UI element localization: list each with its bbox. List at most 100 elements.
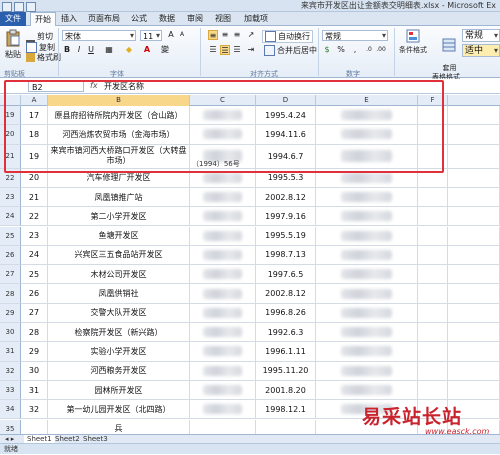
orientation-icon[interactable]: ↗	[246, 30, 256, 40]
cell-zone-name[interactable]: 交警大队开发区	[48, 303, 190, 323]
cell-empty[interactable]	[418, 245, 448, 266]
cell-empty[interactable]	[448, 187, 500, 208]
tab-addins[interactable]: 加载项	[240, 12, 272, 26]
cell-index[interactable]: 21	[21, 187, 48, 208]
cell-date[interactable]: 1998.12.1	[256, 400, 316, 420]
cell-empty[interactable]	[448, 144, 500, 169]
decrease-decimal-icon[interactable]: .00	[376, 45, 386, 55]
cell-blurred-doc[interactable]	[190, 187, 256, 208]
font-name-select[interactable]: 宋体	[62, 30, 136, 41]
cell-blurred-amount[interactable]	[316, 342, 418, 362]
cell-blurred-amount[interactable]	[316, 226, 418, 246]
cell-date[interactable]: 1996.8.26	[256, 303, 316, 323]
cell-blurred-doc[interactable]	[190, 400, 256, 420]
font-size-select[interactable]: 11	[140, 30, 162, 41]
cell-zone-name[interactable]: 兴宾区三五食品站开发区	[48, 245, 190, 266]
cell-blurred-amount[interactable]	[316, 187, 418, 208]
cell-blurred-doc[interactable]	[190, 342, 256, 362]
undo-icon[interactable]	[26, 2, 36, 12]
cell-zone-name[interactable]: 凤凰镇推广站	[48, 187, 190, 208]
tab-review[interactable]: 审阅	[184, 12, 206, 26]
cell-blurred-doc[interactable]	[190, 361, 256, 381]
cell-empty[interactable]	[448, 125, 500, 145]
cell-empty[interactable]	[448, 284, 500, 304]
row-header[interactable]: 33	[0, 380, 21, 401]
cell-index[interactable]: 23	[21, 226, 48, 246]
cell-blurred-doc[interactable]	[190, 380, 256, 401]
underline-button[interactable]: U	[86, 45, 96, 55]
tab-page-layout[interactable]: 页面布局	[84, 12, 124, 26]
cell-zone-name[interactable]: 检察院开发区（新兴路）	[48, 323, 190, 343]
cell-blurred-doc[interactable]	[190, 303, 256, 323]
row-header[interactable]: 27	[0, 265, 21, 285]
shrink-font-icon[interactable]: A	[177, 30, 187, 40]
cell-zone-name[interactable]: 木材公司开发区	[48, 265, 190, 285]
cell-date[interactable]: 1996.1.11	[256, 342, 316, 362]
cell-empty[interactable]	[448, 245, 500, 266]
bold-button[interactable]: B	[62, 45, 72, 55]
cell-empty[interactable]	[418, 342, 448, 362]
row-header[interactable]: 30	[0, 323, 21, 343]
row-header[interactable]: 35	[0, 419, 21, 434]
cell-empty[interactable]	[418, 380, 448, 401]
cell-empty[interactable]	[418, 284, 448, 304]
cell-index[interactable]: 27	[21, 303, 48, 323]
cell-blurred-doc[interactable]	[190, 226, 256, 246]
cell-date[interactable]: 2002.8.12	[256, 284, 316, 304]
indent-icon[interactable]: ⇥	[246, 45, 256, 55]
cell-index[interactable]: 26	[21, 284, 48, 304]
row-header[interactable]: 29	[0, 303, 21, 323]
cell-blurred-amount[interactable]	[316, 207, 418, 227]
style-normal-cell[interactable]: 常规	[462, 29, 500, 42]
align-top-icon[interactable]: ≡	[208, 30, 218, 40]
cell-date[interactable]: 2001.8.20	[256, 380, 316, 401]
row-header[interactable]: 24	[0, 207, 21, 227]
cell-blurred-doc[interactable]	[190, 265, 256, 285]
cell-empty[interactable]	[418, 207, 448, 227]
save-icon[interactable]	[14, 2, 24, 12]
cell-empty[interactable]	[418, 361, 448, 381]
align-bottom-icon[interactable]: ≡	[232, 30, 242, 40]
row-header[interactable]: 32	[0, 361, 21, 381]
cell-empty[interactable]	[448, 323, 500, 343]
currency-icon[interactable]: $	[322, 45, 332, 55]
cell-empty[interactable]	[448, 207, 500, 227]
cell-date[interactable]: 1995.11.20	[256, 361, 316, 381]
cell-index[interactable]: 32	[21, 400, 48, 420]
tab-data[interactable]: 数据	[156, 12, 178, 26]
copy-button[interactable]: 复制	[26, 42, 55, 53]
align-center-icon[interactable]: ☰	[220, 45, 230, 55]
conditional-format-button[interactable]: 条件格式	[398, 29, 428, 55]
align-left-icon[interactable]: ☰	[208, 45, 218, 55]
cell-empty[interactable]	[418, 323, 448, 343]
font-color-icon[interactable]: A	[142, 45, 152, 55]
cell-index[interactable]: 24	[21, 245, 48, 266]
cell-blurred-doc[interactable]	[190, 245, 256, 266]
cell-index[interactable]: 22	[21, 207, 48, 227]
row-header[interactable]: 34	[0, 400, 21, 420]
cell-blurred-amount[interactable]	[316, 361, 418, 381]
cell-index[interactable]: 28	[21, 323, 48, 343]
row-header[interactable]: 31	[0, 342, 21, 362]
cell-empty[interactable]	[448, 361, 500, 381]
cell-index[interactable]: 30	[21, 361, 48, 381]
cell-blurred-amount[interactable]	[316, 323, 418, 343]
fill-color-icon[interactable]: ◆	[124, 45, 134, 55]
cell-blurred-amount[interactable]	[316, 380, 418, 401]
cell-zone-name[interactable]: 第一幼儿园开发区（北四路）	[48, 400, 190, 420]
percent-icon[interactable]: %	[336, 45, 346, 55]
cell-zone-name[interactable]: 河西粮务开发区	[48, 361, 190, 381]
cell-date[interactable]: 1997.9.16	[256, 207, 316, 227]
increase-decimal-icon[interactable]: .0	[364, 45, 374, 55]
row-header[interactable]: 26	[0, 245, 21, 266]
tab-insert[interactable]: 插入	[58, 12, 80, 26]
cell-zone-name[interactable]: 园林所开发区	[48, 380, 190, 401]
cell-blurred-amount[interactable]	[316, 284, 418, 304]
phonetic-icon[interactable]: 變	[160, 45, 170, 55]
cell-empty[interactable]	[418, 187, 448, 208]
cell-empty[interactable]	[418, 226, 448, 246]
format-painter-button[interactable]: 格式刷	[26, 53, 61, 63]
cell-zone-name[interactable]: 兵	[48, 419, 190, 434]
paste-button[interactable]: 粘贴	[3, 29, 23, 60]
cell-empty[interactable]	[448, 303, 500, 323]
